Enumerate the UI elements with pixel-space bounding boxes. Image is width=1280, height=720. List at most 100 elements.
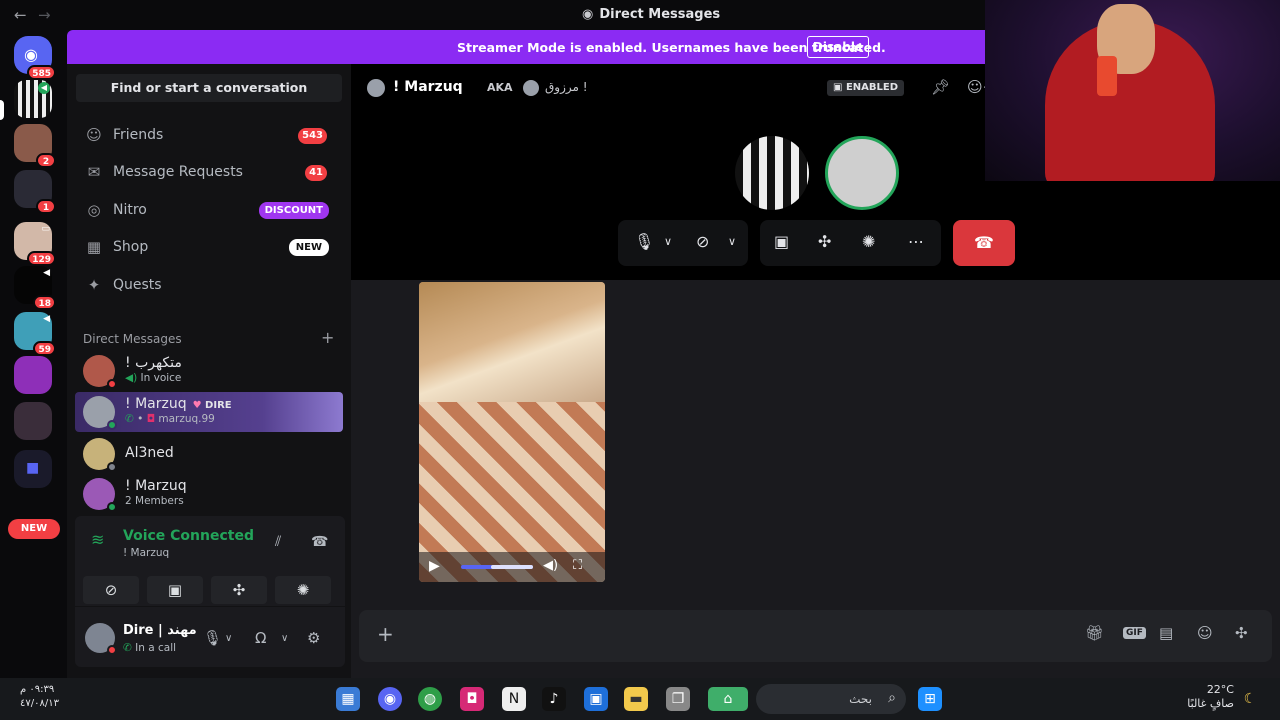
taskbar-search[interactable]: بحث ⌕ [756,684,906,714]
nav-label: Friends [113,127,164,143]
nav-nitro[interactable]: ◎ Nitro DISCOUNT [75,194,343,228]
microphone-icon[interactable]: 🎙︎ [634,232,654,251]
dm-activity: ✆ • ◘ marzuq.99 [125,413,215,425]
voice-channel-name: ! Marzuq [123,547,170,559]
speaker-icon: ◀) [125,372,141,384]
server-icon[interactable]: ◀ 18 [14,266,56,310]
microphone-icon[interactable]: 🎙︎ [203,629,222,647]
noise-suppression-icon[interactable]: ⫽ [275,534,281,550]
voice-status[interactable]: Voice Connected [123,528,254,544]
nitro-icon: ◎ [87,201,101,219]
more-options-icon[interactable]: ⋯ [908,232,924,251]
pin-icon[interactable]: 📌︎ [931,78,950,96]
fullscreen-icon[interactable]: ⛶ [573,558,582,573]
avatar [367,79,385,97]
dm-name: ! متكهرب [125,355,182,371]
status-dot [107,462,117,472]
disconnect-icon[interactable]: ☎ [311,534,328,550]
camera-off-icon[interactable]: ⊘ [696,232,709,251]
soundboard-icon[interactable]: ✺ [862,232,875,251]
tiktok-icon[interactable]: ♪ [542,687,566,711]
dm-item[interactable]: Al3ned [75,434,343,474]
find-conversation-button[interactable]: Find or start a conversation [76,74,342,102]
friends-count-badge: 543 [298,128,327,144]
chevron-down-icon[interactable]: ∨ [225,633,232,644]
emoji-icon[interactable]: ☺ [1197,624,1213,642]
new-unreads-badge[interactable]: NEW [8,519,60,539]
gif-icon[interactable]: GIF [1123,627,1146,639]
moon-icon: ☾ [1243,691,1257,707]
chevron-down-icon[interactable]: ∨ [281,633,288,644]
volume-icon[interactable]: ◀) [543,558,558,573]
message-composer[interactable]: + 🎁︎ GIF ▤ ☺ ✣ [359,610,1272,662]
dm-item-group[interactable]: ! Marzuq 2 Members [75,474,343,514]
nav-label: Shop [113,239,149,255]
status-dot [107,502,117,512]
video-attachment[interactable]: ▶ ◀) ⛶ [419,282,605,582]
server-icon[interactable] [14,402,52,440]
server-icon[interactable]: ◀ 59 [14,312,56,356]
instagram-icon[interactable]: ◘ [460,687,484,711]
camera-off-button[interactable]: ⊘ [83,576,139,604]
back-arrow-icon[interactable]: ← [14,6,27,24]
participant-avatar[interactable] [735,136,809,210]
headphones-icon[interactable]: Ω [255,629,266,647]
call-action-controls: ▣ ✣ ✺ ⋯ [760,220,941,266]
screen-share-button[interactable]: ▣ [147,576,203,604]
file-explorer-icon[interactable]: ▬ [624,687,648,711]
nav-friends[interactable]: ☺ Friends 543 [75,119,343,153]
video-buffer [491,565,533,569]
store-icon[interactable]: ▣ [584,687,608,711]
nav-message-requests[interactable]: ✉ Message Requests 41 [75,156,343,190]
server-icon[interactable]: ◀ [14,80,52,118]
server-icon[interactable]: ▭ 129 [14,222,56,266]
instagram-icon: ◘ [146,413,155,425]
soundboard-button[interactable]: ✺ [275,576,331,604]
dm-item[interactable]: ! متكهرب ◀) In voice [75,351,343,391]
server-icon[interactable] [14,356,52,394]
hang-up-button[interactable]: ☎ [953,220,1015,266]
task-view-icon[interactable]: ❐ [666,687,690,711]
nav-shop[interactable]: ▦ Shop NEW [75,231,343,265]
windows-start-icon[interactable]: ⊞ [918,687,942,711]
server-icon[interactable]: 1 [14,170,56,214]
home-dm-button[interactable]: ◉ 585 [14,36,56,80]
nav-quests[interactable]: ✦ Quests [75,269,343,303]
discord-taskbar-icon[interactable]: ◉ [378,687,402,711]
heart-icon: ♥ [192,400,202,411]
status-dot [107,379,117,389]
chrome-icon[interactable]: ◍ [418,687,442,711]
activities-button[interactable]: ✣ [211,576,267,604]
server-icon[interactable]: 2 [14,124,56,168]
sticker-icon[interactable]: ▤ [1159,624,1173,642]
dm-title[interactable]: ! Marzuq [393,79,463,95]
chat-area: ▶ ◀) ⛶ + 🎁︎ GIF ▤ ☺ ✣ [351,280,1280,678]
notion-icon[interactable]: N [502,687,526,711]
aka-label: AKA [487,81,513,94]
date-text: ٤٧/٠٨/١٣ [20,698,59,709]
gear-icon[interactable]: ⚙ [307,629,320,647]
activities-icon[interactable]: ✣ [818,232,831,251]
gift-icon[interactable]: 🎁︎ [1085,624,1104,642]
forward-arrow-icon[interactable]: → [38,6,51,24]
disable-streamer-mode-button[interactable]: Disable [807,36,869,58]
weather-widget[interactable]: 22°C صافٍ غالبًا [1184,683,1234,711]
speaker-icon: ◀ [38,82,50,94]
taskbar-app-icon[interactable]: ▦ [336,687,360,711]
apps-icon[interactable]: ✣ [1235,624,1248,642]
taskbar-clock[interactable]: ٠٩:٣٩ م ٤٧/٠٨/١٣ [20,683,59,711]
participant-avatar-speaking[interactable] [825,136,899,210]
server-folder-button[interactable]: ■ [14,450,52,488]
chevron-down-icon[interactable]: ∨ [664,235,672,248]
chevron-down-icon[interactable]: ∨ [728,235,736,248]
dm-item-active[interactable]: ! Marzuq ♥ DIRE ✆ • ◘ marzuq.99 [75,392,343,432]
create-dm-plus-icon[interactable]: + [321,328,334,347]
widget-icon[interactable]: ⌂ [708,687,748,711]
signal-icon[interactable]: ≋ [91,530,104,549]
username[interactable]: Dire | مهند [123,623,197,638]
screen-share-icon[interactable]: ▣ [774,232,789,251]
voice-connected-panel: ≋ Voice Connected ! Marzuq ⫽ ☎ ⊘ ▣ ✣ ✺ [75,516,345,606]
play-icon[interactable]: ▶ [429,558,440,574]
dm-activity: ◀) In voice [125,372,182,384]
upload-plus-icon[interactable]: + [377,622,394,646]
